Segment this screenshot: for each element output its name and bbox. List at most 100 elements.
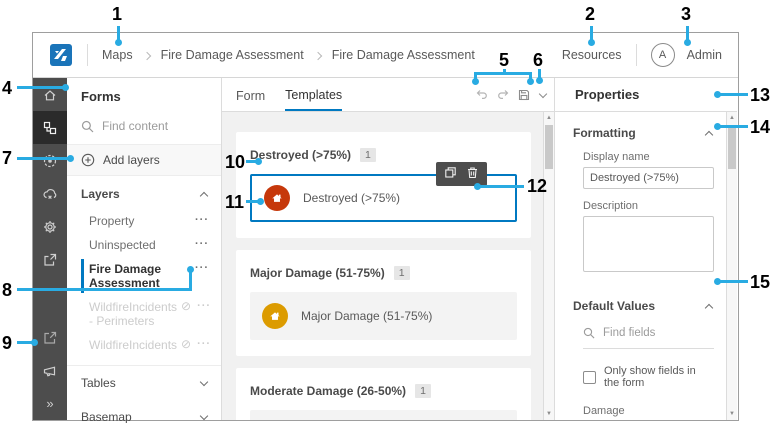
template-group-title: Destroyed (>75%) (250, 148, 352, 162)
layer-options-icon[interactable]: ··· (197, 300, 211, 313)
layer-row-wildfire-perimeters[interactable]: WildfireIncidents - Perimeters ⊘ ··· (67, 295, 221, 333)
callout-line (17, 157, 69, 160)
callout-line (189, 271, 192, 289)
duplicate-template-icon[interactable] (444, 166, 457, 182)
callout-number-1: 1 (112, 4, 123, 24)
layer-options-icon[interactable]: ··· (195, 262, 209, 275)
breadcrumb-map-name[interactable]: Fire Damage Assessment (161, 48, 304, 62)
templates-scrollbar[interactable]: ▲ ▼ (543, 112, 554, 420)
resources-link[interactable]: Resources (562, 48, 622, 62)
forms-panel: Forms Find content Add layers Layers Pro… (67, 78, 222, 423)
templates-panel-header: Form Templates (222, 78, 554, 112)
layer-name: WildfireIncidents (89, 338, 178, 352)
callout-line (17, 288, 192, 291)
display-name-input[interactable] (583, 167, 714, 189)
breadcrumb-maps[interactable]: Maps (102, 48, 133, 62)
templates-list: Destroyed (>75%) 1 Destroyed (>75%) Majo… (222, 112, 543, 420)
redo-icon[interactable] (496, 88, 510, 102)
tab-templates[interactable]: Templates (285, 79, 343, 111)
chevron-down-icon (199, 377, 209, 387)
layers-section-label: Layers (81, 187, 120, 201)
layer-options-icon[interactable]: ··· (195, 238, 209, 251)
layer-options-icon[interactable]: ··· (195, 214, 209, 227)
scroll-down-arrow-icon[interactable]: ▼ (544, 409, 554, 419)
formatting-section-header[interactable]: Formatting (573, 126, 714, 140)
sidebar-offline-icon[interactable] (33, 177, 67, 210)
sidebar-expand-icon[interactable]: » (33, 387, 67, 420)
template-group-title: Major Damage (51-75%) (250, 266, 385, 280)
sidebar-geofence-icon[interactable] (33, 144, 67, 177)
scroll-up-arrow-icon[interactable]: ▲ (727, 113, 737, 123)
chevron-up-icon (704, 130, 714, 139)
layer-name: Property (89, 214, 135, 228)
callout-dot (62, 84, 69, 91)
forms-panel-title: Forms (81, 89, 121, 104)
scrollbar-thumb[interactable] (545, 125, 553, 169)
callout-number-12: 12 (527, 176, 548, 196)
find-fields-search[interactable]: Find fields (583, 327, 714, 339)
callout-number-15: 15 (750, 272, 771, 292)
callout-dot (67, 155, 74, 162)
chevron-down-icon (199, 411, 209, 421)
layer-name: WildfireIncidents - Perimeters (89, 300, 178, 328)
scrollbar-thumb[interactable] (728, 125, 736, 169)
add-layers-button[interactable]: Add layers (67, 145, 221, 176)
description-textarea[interactable] (583, 216, 714, 272)
save-menu-chevron-icon[interactable] (538, 89, 548, 99)
callout-dot (257, 198, 264, 205)
callout-line (720, 93, 748, 96)
callout-line (117, 26, 120, 40)
major-damage-symbol-icon (262, 303, 288, 329)
template-group-major-damage: Major Damage (51-75%) 1 Major Damage (51… (236, 250, 531, 356)
template-card-moderate-damage[interactable]: Moderate Damage (26-50%) (250, 410, 517, 420)
no-form-icon: ⊘ (181, 299, 192, 313)
expand-glyph: » (46, 396, 54, 411)
undo-icon[interactable] (475, 88, 489, 102)
callout-dot (536, 77, 543, 84)
admin-menu[interactable]: Admin (687, 48, 722, 62)
tables-section-header[interactable]: Tables (67, 366, 221, 400)
sidebar-settings-gear-icon[interactable] (33, 210, 67, 243)
sidebar-forms-icon[interactable] (33, 111, 67, 144)
tab-form[interactable]: Form (236, 80, 265, 110)
display-name-label: Display name (583, 151, 650, 163)
callout-dot (684, 39, 691, 46)
layers-section-header[interactable]: Layers (67, 176, 221, 209)
chevron-up-icon (704, 303, 714, 312)
template-group-moderate-damage: Moderate Damage (26-50%) 1 Moderate Dama… (236, 368, 531, 420)
find-content-search[interactable]: Find content (67, 113, 221, 145)
callout-number-8: 8 (2, 280, 13, 300)
layer-row-uninspected[interactable]: Uninspected ··· (67, 233, 221, 257)
layer-options-icon[interactable]: ··· (197, 338, 211, 351)
layer-name: Uninspected (89, 238, 156, 252)
default-values-section-header[interactable]: Default Values (573, 299, 714, 313)
esri-logo-icon (50, 44, 72, 66)
sidebar-home-icon[interactable] (33, 78, 67, 111)
layer-row-wildfire-incidents[interactable]: WildfireIncidents ⊘ ··· (67, 333, 221, 357)
formatting-label: Formatting (573, 126, 636, 140)
sidebar-open-map-viewer-icon[interactable] (33, 321, 67, 354)
callout-dot (527, 78, 534, 85)
sidebar-share-icon[interactable] (33, 243, 67, 276)
callout-dot (187, 266, 194, 273)
templates-panel: Form Templates Destroyed (>75%) 1 Destro… (222, 78, 555, 420)
no-form-icon: ⊘ (181, 337, 192, 351)
template-card-destroyed[interactable]: Destroyed (>75%) (250, 162, 517, 222)
breadcrumb: Maps Fire Damage Assessment Fire Damage … (102, 48, 475, 62)
scroll-up-arrow-icon[interactable]: ▲ (544, 113, 554, 123)
avatar[interactable]: A (650, 43, 675, 67)
basemap-section-header[interactable]: Basemap (67, 400, 221, 423)
properties-scrollbar[interactable]: ▲ ▼ (726, 112, 737, 420)
scroll-down-arrow-icon[interactable]: ▼ (727, 409, 737, 419)
callout-number-5: 5 (499, 50, 510, 70)
sidebar-feedback-megaphone-icon[interactable] (33, 354, 67, 387)
find-content-placeholder: Find content (102, 119, 169, 133)
save-icon[interactable] (517, 88, 531, 102)
only-show-fields-checkbox[interactable] (583, 370, 596, 384)
delete-template-icon[interactable] (466, 166, 479, 182)
callout-number-2: 2 (585, 4, 596, 24)
callout-number-10: 10 (225, 152, 246, 172)
app-window: Maps Fire Damage Assessment Fire Damage … (32, 32, 739, 423)
layer-row-property[interactable]: Property ··· (67, 209, 221, 233)
template-card-major-damage[interactable]: Major Damage (51-75%) (250, 292, 517, 340)
